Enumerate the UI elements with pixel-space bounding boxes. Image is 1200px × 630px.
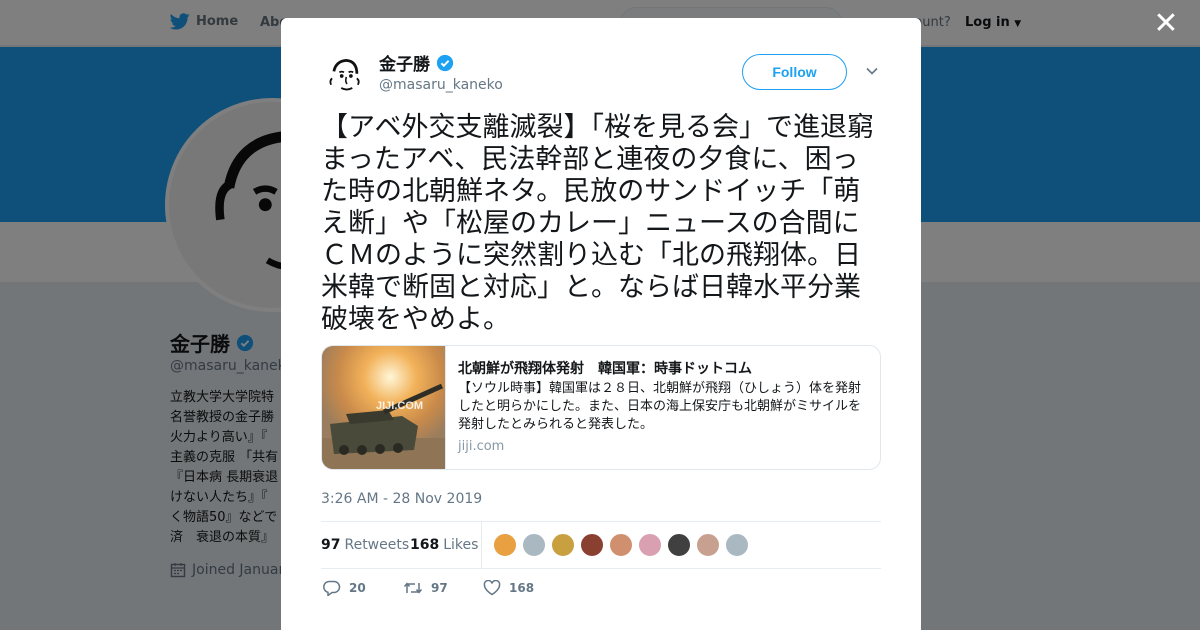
tweet-text: 【アベ外交支離滅裂】「桜を見る会」で進退窮まったアベ、民法幹部と連夜の夕食に、困… — [321, 112, 874, 335]
liker-avatar[interactable] — [522, 533, 546, 557]
retweet-count: 97 — [431, 581, 448, 595]
liker-avatar[interactable] — [551, 533, 575, 557]
retweets-count: 97 — [321, 537, 341, 553]
retweets-stat[interactable]: 97 Retweets — [321, 537, 409, 553]
card-watermark: JIJI.COM — [376, 400, 424, 412]
liker-avatar[interactable] — [638, 533, 662, 557]
author-name-text: 金子勝 — [379, 55, 430, 75]
verified-badge-icon — [436, 54, 454, 71]
likes-stat[interactable]: 168 Likes — [410, 537, 478, 553]
liker-avatar[interactable] — [609, 533, 633, 557]
heart-icon — [483, 580, 501, 596]
like-action[interactable]: 168 — [483, 580, 534, 596]
card-thumbnail: JIJI.COM — [322, 346, 446, 469]
liker-avatar[interactable] — [493, 533, 517, 557]
author-name[interactable]: 金子勝 — [379, 50, 454, 75]
card-title: 北朝鮮が飛翔体発射 韓国軍：時事ドットコム — [458, 361, 752, 377]
tweet-actions: 20 97 168 — [321, 580, 621, 604]
card-description: 【ソウル時事】韓国軍は２８日、北朝鮮が飛翔（ひしょう）体を発射したと明らかにした… — [458, 381, 862, 432]
close-icon[interactable]: ✕ — [1150, 8, 1182, 40]
tweet-timestamp[interactable]: 3:26 AM - 28 Nov 2019 — [321, 491, 482, 507]
retweet-icon — [403, 582, 423, 594]
reply-icon — [323, 580, 341, 596]
follow-button[interactable]: Follow — [742, 54, 847, 90]
avatar-portrait-icon — [321, 53, 367, 99]
likes-label: Likes — [443, 537, 479, 553]
author-handle[interactable]: @masaru_kaneko — [379, 77, 503, 93]
reply-action[interactable]: 20 — [323, 580, 366, 596]
retweet-action[interactable]: 97 — [403, 580, 448, 596]
card-domain: jiji.com — [458, 439, 505, 454]
like-count: 168 — [509, 581, 535, 595]
liker-avatars — [493, 533, 749, 557]
stats-divider — [481, 522, 482, 568]
tweet-modal: 金子勝 @masaru_kaneko Follow 【アベ外交支離滅裂】「桜を見… — [281, 18, 921, 630]
liker-avatar[interactable] — [725, 533, 749, 557]
link-preview-card[interactable]: JIJI.COM 北朝鮮が飛翔体発射 韓国軍：時事ドットコム 【ソウル時事】韓国… — [321, 345, 881, 470]
tweet-stats: 97 Retweets 168 Likes — [321, 521, 881, 569]
likes-count: 168 — [410, 537, 440, 553]
author-avatar[interactable] — [321, 53, 367, 99]
liker-avatar[interactable] — [667, 533, 691, 557]
chevron-down-icon[interactable] — [865, 64, 879, 78]
retweets-label: Retweets — [344, 537, 410, 553]
reply-count: 20 — [349, 581, 366, 595]
liker-avatar[interactable] — [580, 533, 604, 557]
liker-avatar[interactable] — [696, 533, 720, 557]
